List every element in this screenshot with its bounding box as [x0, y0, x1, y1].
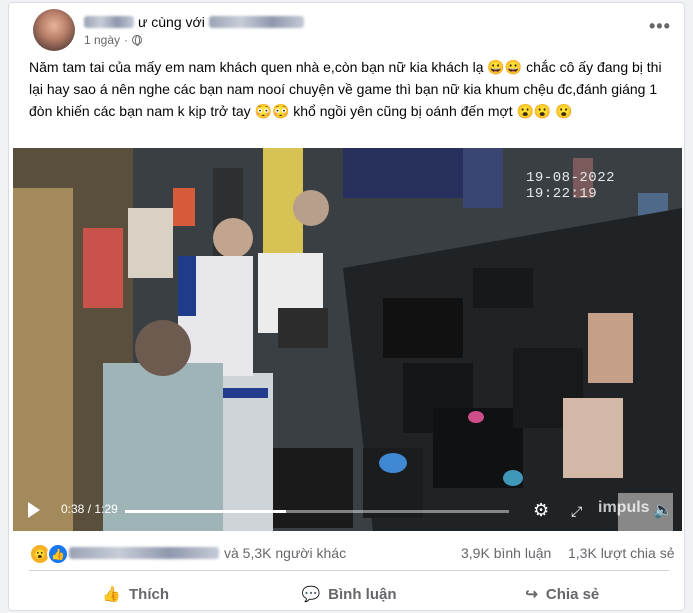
video-progress-fill	[125, 510, 287, 513]
author-name-blurred[interactable]	[84, 16, 134, 28]
comment-label: Bình luận	[328, 585, 397, 603]
video-player[interactable]: 19-08-2022 19:22:19 0:38 / 1:29 ⚙ ⤢ impu…	[13, 148, 682, 531]
tagged-name-blurred[interactable]	[208, 16, 304, 28]
post-header-names: ư cùng với	[84, 13, 304, 31]
post-time[interactable]: 1 ngày	[84, 33, 120, 47]
post-text: Năm tam tai của mấy em nam khách quen nh…	[29, 59, 662, 119]
globe-icon	[132, 35, 143, 46]
play-icon[interactable]	[28, 502, 40, 518]
reactor-names-blurred[interactable]	[69, 547, 219, 559]
video-controls: 0:38 / 1:29 ⚙ ⤢ impuls 🔈	[13, 491, 682, 531]
author-suffix: ư cùng với	[138, 14, 205, 30]
meta-dot: ·	[124, 33, 129, 47]
video-time-separator: /	[87, 502, 92, 516]
video-time: 0:38 / 1:29	[61, 502, 118, 516]
reaction-stats: 😮 👍 và 5,3K người khác 3,9K bình luận 1,…	[29, 541, 679, 565]
comment-button[interactable]: 💬 Bình luận	[242, 578, 455, 610]
like-reaction-icon: 👍	[47, 543, 69, 565]
fullscreen-icon[interactable]: ⤢	[571, 503, 582, 520]
more-options-icon[interactable]: •••	[649, 16, 671, 37]
like-button[interactable]: 👍 Thích	[29, 578, 242, 610]
post-card: ư cùng với 1 ngày · ••• Năm tam tai của …	[8, 2, 685, 611]
post-meta: 1 ngày ·	[84, 33, 143, 47]
like-icon: 👍	[102, 586, 121, 603]
share-label: Chia sẻ	[545, 585, 600, 603]
comment-icon: 💬	[301, 586, 321, 603]
author-avatar[interactable]	[33, 9, 75, 51]
settings-icon[interactable]: ⚙	[533, 500, 549, 521]
post-actions: 👍 Thích 💬 Bình luận ↪ Chia sẻ	[29, 578, 669, 610]
share-button[interactable]: ↪ Chia sẻ	[456, 578, 669, 610]
comment-count[interactable]: 3,9K bình luận	[461, 545, 551, 561]
video-progress-bar[interactable]	[125, 510, 509, 513]
video-current-time: 0:38	[61, 502, 85, 516]
video-duration: 1:29	[94, 502, 118, 516]
share-icon: ↪	[525, 586, 538, 603]
volume-icon[interactable]: 🔈	[653, 500, 673, 520]
reaction-icons[interactable]: 😮 👍	[29, 543, 69, 565]
video-watermark: impuls	[598, 499, 650, 516]
video-frame	[13, 148, 682, 531]
like-label: Thích	[129, 585, 169, 603]
video-timestamp-overlay: 19-08-2022 19:22:19	[526, 170, 616, 202]
share-count[interactable]: 1,3K lượt chia sẻ	[568, 545, 675, 561]
divider	[29, 570, 669, 571]
reactions-suffix[interactable]: và 5,3K người khác	[224, 545, 346, 561]
